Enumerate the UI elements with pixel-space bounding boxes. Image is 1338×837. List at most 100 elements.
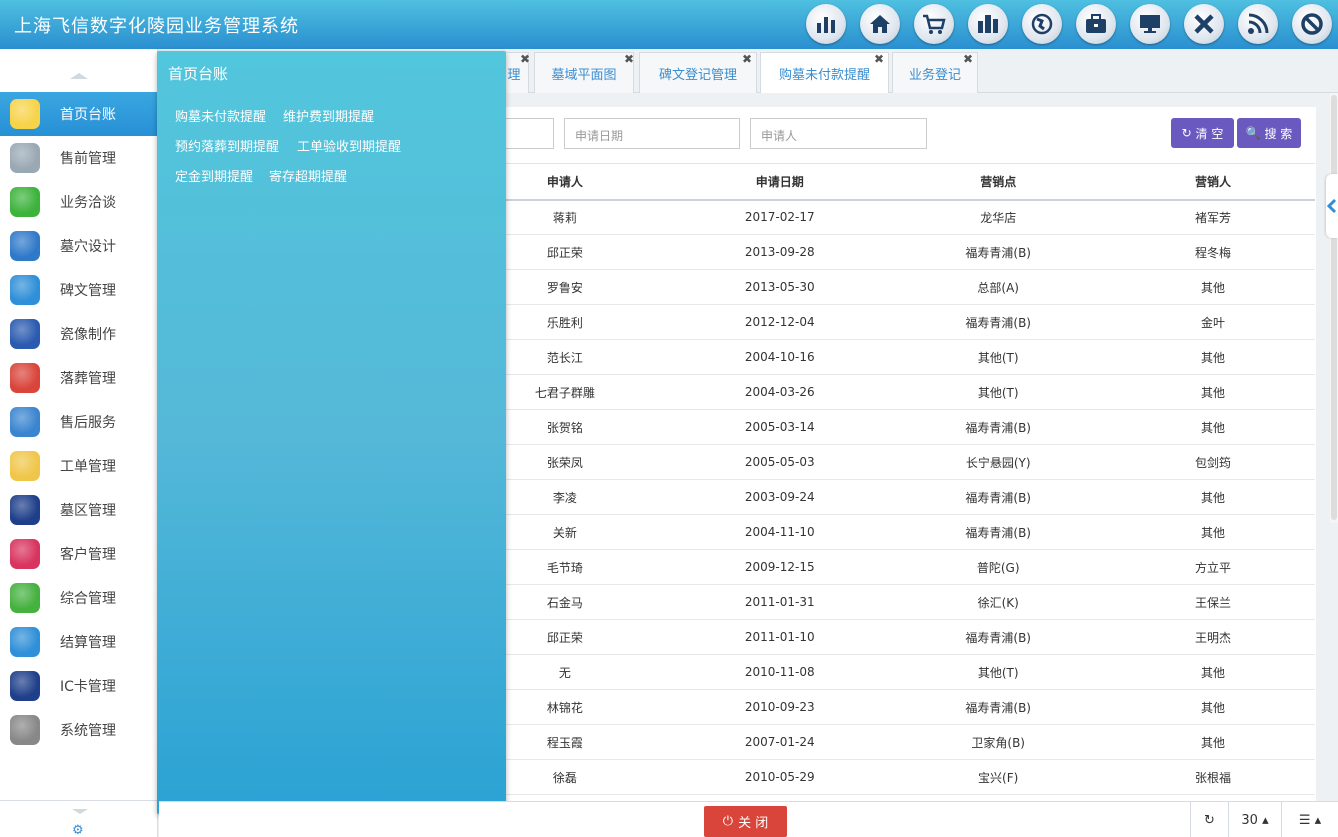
table-cell: 2013-09-28 [674,234,886,270]
tab-label: 碑文登记管理 [658,67,737,83]
chart-icon[interactable] [806,4,846,44]
page-size-value: 30 [1241,812,1258,828]
column-header[interactable]: 营销人 [1111,163,1315,201]
link-workorder-reminder[interactable]: 工单验收到期提醒 [297,136,401,155]
briefcase-icon[interactable] [1076,4,1116,44]
app-title: 上海飞信数字化陵园业务管理系统 [14,16,299,37]
collapse-arrow-icon[interactable] [1326,174,1338,238]
tab-close-icon[interactable]: ✖ [624,52,634,66]
tab-1[interactable]: 墓域平面图 [534,52,634,93]
table-cell: 包剑筠 [1111,444,1315,480]
signal-icon [10,671,40,701]
sidebar-item-14[interactable]: 系统管理 [0,708,158,752]
table-cell: 褚军芳 [1111,199,1315,235]
sidebar-item-0[interactable]: 首页台账 [0,92,158,136]
app-header: 上海飞信数字化陵园业务管理系统 [0,0,1338,49]
tab-label: 购墓未付款提醒 [778,68,870,83]
table-cell: 其他 [1111,339,1315,375]
table-cell: 其他(T) [885,374,1112,410]
sidebar-item-label: 碑文管理 [60,283,116,299]
table-cell: 其他 [1111,654,1315,690]
power-icon[interactable] [1292,4,1332,44]
tab-3[interactable]: 购墓未付款提醒 [760,52,889,94]
sidebar-item-10[interactable]: 客户管理 [0,532,158,576]
table-cell: 2017-02-17 [674,199,886,235]
applicant-filter[interactable]: 申请人 [750,118,927,149]
table-cell: 2010-11-08 [674,654,886,690]
sidebar-item-13[interactable]: IC卡管理 [0,664,158,708]
tab-close-icon[interactable]: ✖ [963,52,973,66]
table-cell: 2004-11-10 [674,514,886,550]
table-cell: 徐汇(K) [885,584,1112,620]
table-cell: 2011-01-10 [674,619,886,655]
table-cell: 其他 [1111,269,1315,305]
tab-2[interactable]: 碑文登记管理 [639,52,757,93]
sidebar-item-3[interactable]: 墓穴设计 [0,224,158,268]
sidebar-item-12[interactable]: 结算管理 [0,620,158,664]
lightbulb-icon [10,99,40,129]
table-cell: 王保兰 [1111,584,1315,620]
dropdown-title: 首页台账 [168,65,229,83]
table-cell: 2011-01-31 [674,584,886,620]
sidebar-item-9[interactable]: 墓区管理 [0,488,158,532]
scrollbar-thumb[interactable] [1331,95,1337,520]
search-button[interactable]: 🔍 搜 索 [1237,118,1301,148]
monitor-icon[interactable] [1130,4,1170,44]
settings-gear-icon[interactable]: ⚙ [72,823,84,837]
sidebar-item-label: 首页台账 [60,107,116,123]
rss-icon[interactable] [1238,4,1278,44]
building-icon[interactable] [968,4,1008,44]
table-cell: 金叶 [1111,304,1315,340]
sidebar-item-7[interactable]: 售后服务 [0,400,158,444]
close-icon[interactable] [1184,4,1224,44]
table-cell: 程冬梅 [1111,234,1315,270]
tab-label: 业务登记 [908,67,961,83]
tab-close-icon[interactable]: ✖ [874,52,884,66]
tab-close-icon[interactable]: ✖ [742,52,752,66]
search-icon: 🔍 [1245,126,1265,140]
scroll-down-icon[interactable] [72,809,88,814]
sidebar-item-label: 系统管理 [60,723,116,739]
gear-icon [10,715,40,745]
sidebar-item-label: 墓区管理 [60,503,116,519]
table-cell: 长宁悬园(Y) [885,444,1112,480]
link-unpaid-reminder[interactable]: 购墓未付款提醒 [175,106,266,125]
link-burial-reminder[interactable]: 预约落葬到期提醒 [175,136,279,155]
sidebar-item-1[interactable]: 售前管理 [0,136,158,180]
tab-close-icon[interactable]: ✖ [520,52,530,66]
close-button[interactable]: ⏻ 关 闭 [704,806,787,837]
table-cell: 其他 [1111,409,1315,445]
sidebar-item-label: IC卡管理 [60,679,116,695]
column-header[interactable]: 营销点 [885,163,1112,201]
clipboard-icon [10,407,40,437]
table-cell: 福寿青浦(B) [885,689,1112,725]
table-cell: 2005-05-03 [674,444,886,480]
sidebar-item-8[interactable]: 工单管理 [0,444,158,488]
globe-icon[interactable] [1022,4,1062,44]
link-deposit-reminder[interactable]: 定金到期提醒 [175,166,253,185]
apply-date-filter[interactable]: 申请日期 [564,118,740,149]
page-size-select[interactable]: 30 ▴ [1228,802,1281,837]
cart-icon[interactable] [914,4,954,44]
sidebar-item-5[interactable]: 瓷像制作 [0,312,158,356]
sidebar-item-11[interactable]: 综合管理 [0,576,158,620]
link-storage-reminder[interactable]: 寄存超期提醒 [269,166,347,185]
sidebar-item-label: 售后服务 [60,415,116,431]
column-header[interactable]: 申请日期 [674,163,886,201]
table-cell: 福寿青浦(B) [885,619,1112,655]
columns-list-icon[interactable]: ☰ ▴ [1281,802,1338,837]
sidebar-item-4[interactable]: 碑文管理 [0,268,158,312]
table-cell: 宝兴(F) [885,759,1112,795]
home-icon[interactable] [860,4,900,44]
house-icon [10,363,40,393]
search-label: 搜 索 [1264,126,1293,141]
network-icon [10,495,40,525]
sidebar-item-label: 业务洽谈 [60,195,116,211]
table-cell: 其他 [1111,374,1315,410]
refresh-icon[interactable]: ↻ [1190,802,1228,837]
link-maintenance-reminder[interactable]: 维护费到期提醒 [283,106,374,125]
scroll-up-icon[interactable] [70,73,88,79]
sidebar-item-2[interactable]: 业务洽谈 [0,180,158,224]
clear-button[interactable]: ↻ 清 空 [1171,118,1234,148]
sidebar-item-6[interactable]: 落葬管理 [0,356,158,400]
